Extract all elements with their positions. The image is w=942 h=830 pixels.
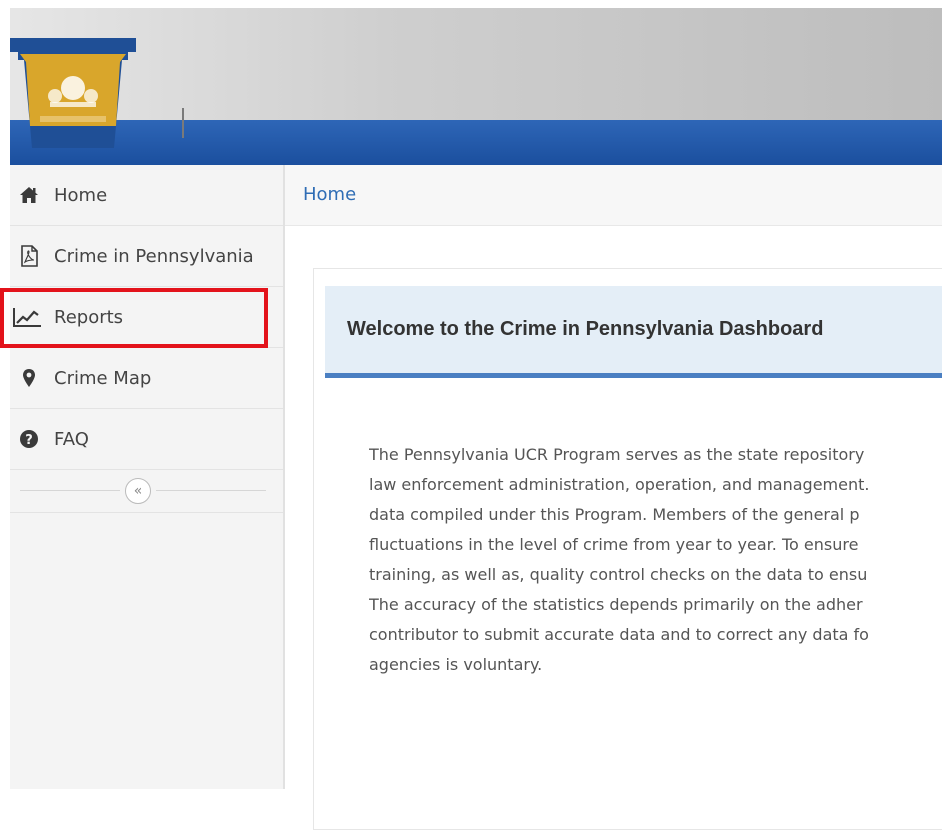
sidebar-item-crime-map[interactable]: Crime Map: [10, 348, 283, 409]
sidebar-item-label: Crime in Pennsylvania: [54, 245, 254, 267]
header-band: [10, 120, 942, 165]
collapse-sidebar-button[interactable]: «: [125, 478, 151, 504]
welcome-card-header: Welcome to the Crime in Pennsylvania Das…: [325, 286, 942, 378]
divider: [20, 490, 120, 491]
body-text-line: agencies is voluntary.: [369, 655, 543, 674]
sidebar-item-label: FAQ: [54, 428, 89, 450]
welcome-body: The Pennsylvania UCR Program serves as t…: [369, 440, 942, 680]
double-chevron-left-icon: «: [133, 483, 143, 499]
welcome-title: Welcome to the Crime in Pennsylvania Das…: [347, 318, 824, 340]
sidebar-item-label: Crime Map: [54, 367, 152, 389]
body-text-line: training, as well as, quality control ch…: [369, 565, 868, 584]
sidebar-item-crime-in-pennsylvania[interactable]: Crime in Pennsylvania: [10, 226, 283, 287]
home-icon: [19, 185, 39, 205]
body-text-line: The Pennsylvania UCR Program serves as t…: [369, 445, 865, 464]
body-text-line: fluctuations in the level of crime from …: [369, 535, 859, 554]
pa-keystone-logo[interactable]: [10, 38, 136, 148]
divider: [156, 490, 266, 491]
sidebar-item-reports[interactable]: Reports: [10, 287, 283, 348]
body-text-line: contributor to submit accurate data and …: [369, 625, 869, 644]
sidebar-item-label: Reports: [54, 306, 124, 328]
body-text-line: law enforcement administration, operatio…: [369, 475, 870, 494]
map-marker-icon: [19, 368, 39, 388]
body-text-line: The accuracy of the statistics depends p…: [369, 595, 863, 614]
sidebar-item-label: Home: [54, 184, 108, 206]
body-text-line: data compiled under this Program. Member…: [369, 505, 860, 524]
line-chart-icon: [12, 307, 42, 327]
breadcrumb-home-link[interactable]: Home: [303, 184, 356, 205]
pdf-file-icon: [19, 245, 39, 267]
sidebar: Home Crime in Pennsylvania Reports Crime…: [10, 165, 285, 789]
question-circle-icon: ?: [19, 429, 39, 449]
sidebar-item-home[interactable]: Home: [10, 165, 283, 226]
sidebar-item-faq[interactable]: ? FAQ: [10, 409, 283, 470]
breadcrumb: Home: [285, 165, 942, 226]
sidebar-collapse-row: «: [10, 470, 283, 513]
header-divider: [182, 108, 184, 138]
svg-text:?: ?: [25, 433, 33, 448]
app-header: [10, 8, 942, 165]
